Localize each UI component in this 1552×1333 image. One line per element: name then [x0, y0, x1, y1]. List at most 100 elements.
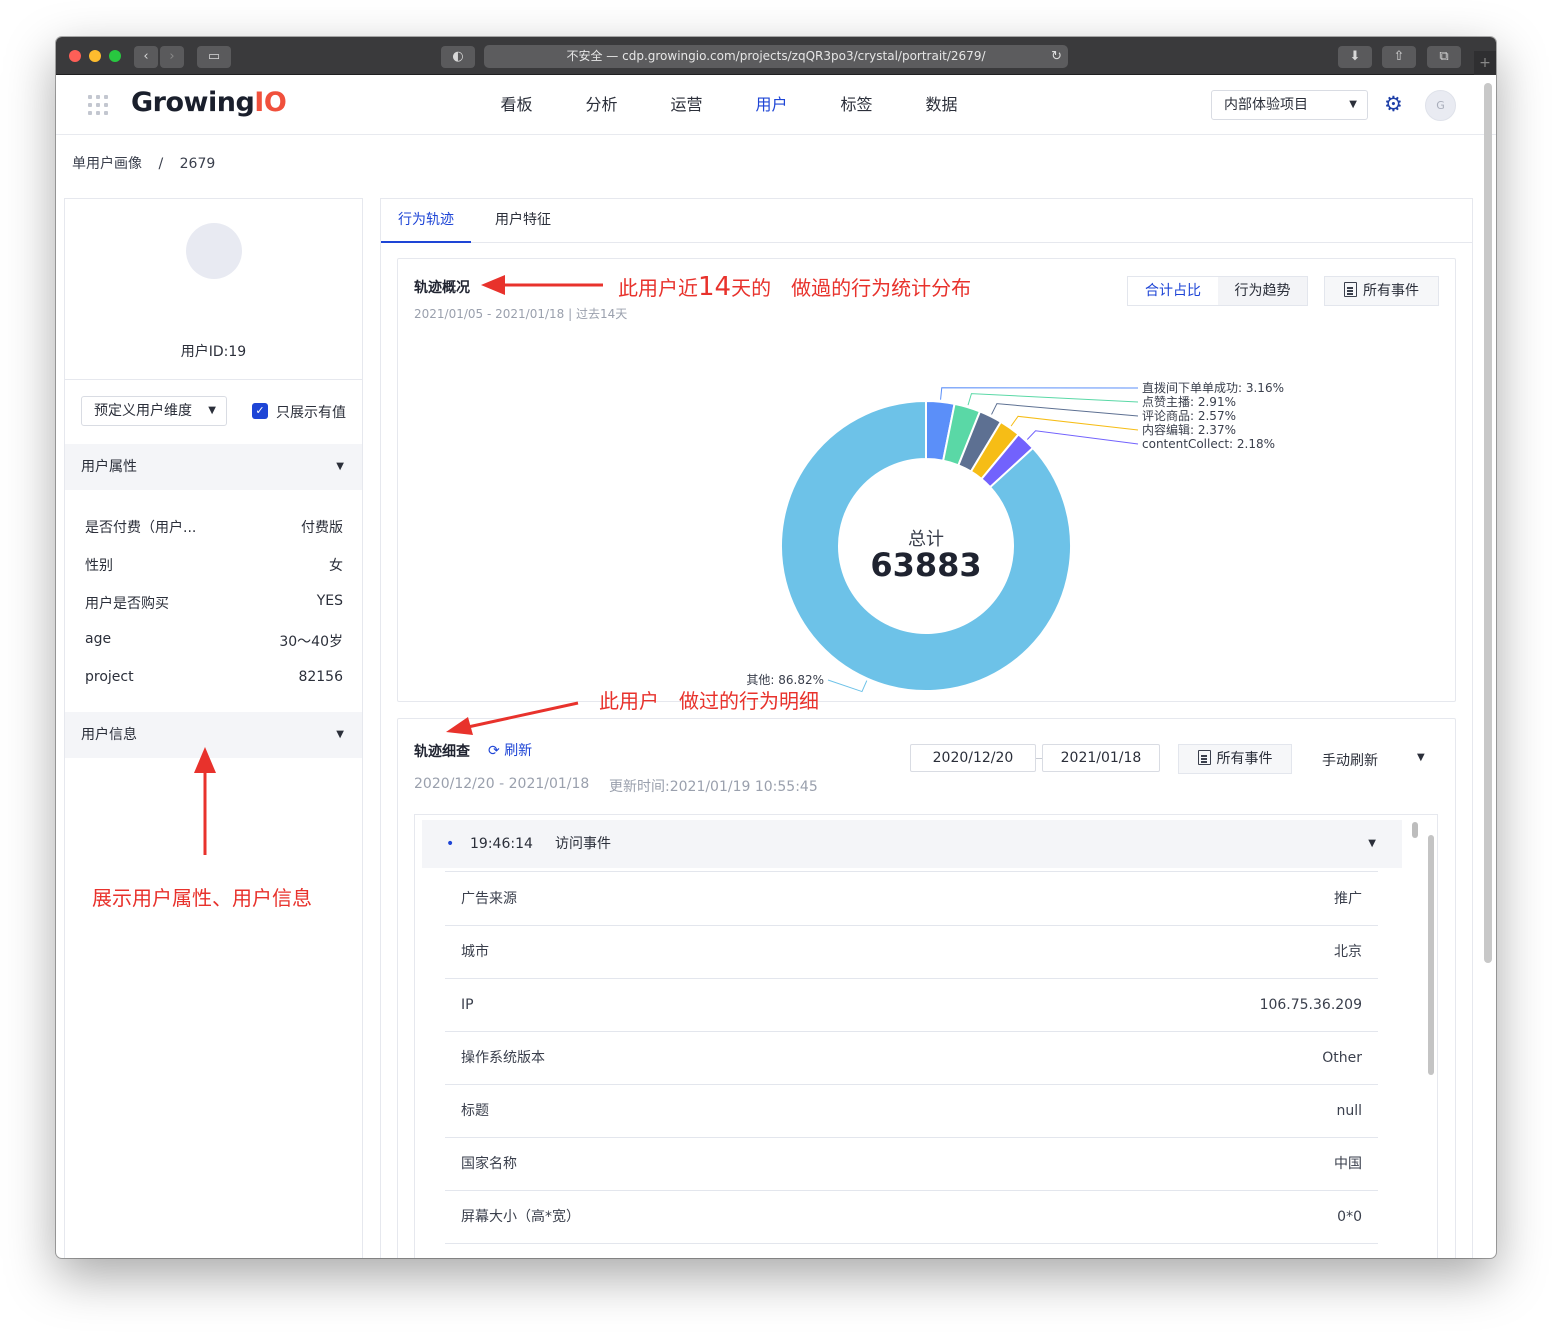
detail-updated: 更新时间:2021/01/19 10:55:45 [609, 779, 818, 795]
annotation-overview-number: 14 [698, 272, 732, 302]
logo-io: IO [254, 87, 287, 118]
slice-label: 内容编辑: 2.37% [1142, 422, 1236, 437]
event-row[interactable]: • 19:46:14 访问事件 ▼ [422, 820, 1402, 868]
privacy-shield-icon[interactable]: ◐ [441, 46, 475, 68]
new-tab-icon[interactable]: + [1474, 51, 1496, 75]
share-icon[interactable]: ⇧ [1382, 46, 1416, 68]
detail-title: 轨迹细查 [414, 744, 470, 760]
forward-icon[interactable]: › [160, 46, 184, 68]
detail-key: 屏幕大小（高*宽） [461, 1209, 580, 1225]
nav-analysis[interactable]: 分析 [559, 75, 644, 135]
date-to-input[interactable]: 2021/01/18 [1042, 744, 1160, 772]
label-leader-line [1010, 415, 1139, 431]
detail-all-events-button[interactable]: 所有事件 [1178, 744, 1292, 774]
nav-dashboard[interactable]: 看板 [474, 75, 559, 135]
breadcrumb: 单用户画像 / 2679 [72, 153, 227, 173]
all-events-button[interactable]: 所有事件 [1324, 276, 1439, 306]
detail-row: 国家名称 中国 [445, 1138, 1378, 1191]
annotation-left-panel: 展示用户属性、用户信息 [92, 886, 312, 910]
tabs-overview-icon[interactable]: ⧉ [1427, 46, 1461, 68]
attr-key: project [85, 669, 134, 685]
address-bar[interactable]: 不安全 — cdp.growingio.com/projects/zqQR3po… [484, 45, 1068, 68]
nav-operations[interactable]: 运营 [644, 75, 729, 135]
attr-row: 性别 女 [85, 555, 343, 575]
nav-users[interactable]: 用户 [729, 75, 814, 135]
annotation-overview-pre: 此用户近 [618, 276, 698, 300]
detail-key: IP [461, 997, 474, 1013]
user-profile-panel: 用户ID:19 预定义用户维度 ▼ ✓ 只展示有值 用户属性 ▼ 是否付费（用户… [64, 198, 363, 1258]
divider [445, 871, 1378, 872]
address-text: 不安全 — cdp.growingio.com/projects/zqQR3po… [566, 49, 986, 63]
only-values-label[interactable]: 只展示有值 [276, 402, 346, 422]
app-header: GrowingIO 看板 分析 运营 用户 标签 数据 内部体验项目 ▼ ⚙ G [56, 75, 1496, 135]
annotation-arrow-2 [446, 701, 579, 735]
annotation-overview-post: 天的 做過的行为统计分布 [731, 276, 972, 300]
attr-key: 性别 [85, 558, 113, 574]
seg-total[interactable]: 合计占比 [1128, 277, 1218, 305]
view-toggle: 合计占比 行为趋势 [1127, 276, 1308, 306]
project-select[interactable]: 内部体验项目 ▼ [1211, 90, 1368, 120]
detail-range: 2020/12/20 - 2021/01/18 [414, 776, 590, 792]
attr-row: age 30～40岁 [85, 631, 343, 650]
page-scrollbar[interactable] [1484, 83, 1492, 963]
event-time: 19:46:14 [470, 836, 533, 852]
section-title: 用户信息 [81, 727, 137, 743]
attr-value: YES [316, 593, 343, 609]
chevron-down-icon: ▼ [1368, 838, 1376, 849]
back-icon[interactable]: ‹ [134, 46, 158, 68]
refresh-link[interactable]: ⟳ 刷新 [488, 740, 532, 760]
close-window-button[interactable] [69, 50, 81, 62]
detail-key: 操作系统版本 [461, 1050, 545, 1066]
chevron-down-icon: ▼ [336, 729, 344, 740]
breadcrumb-current: 2679 [179, 156, 216, 172]
detail-value: Other [1322, 1050, 1362, 1066]
manual-refresh-select[interactable]: 手动刷新 [1322, 750, 1378, 770]
refresh-label: 刷新 [504, 743, 533, 759]
detail-value: 中国 [1334, 1156, 1362, 1172]
zoom-window-button[interactable] [109, 50, 121, 62]
breadcrumb-parent[interactable]: 单用户画像 [72, 156, 142, 172]
tab-bar: 行为轨迹 用户特征 [380, 198, 1473, 243]
attr-value: 付费版 [301, 520, 343, 536]
detail-row: 操作系统版本 Other [445, 1032, 1378, 1085]
attr-value: 82156 [298, 669, 343, 685]
seg-trend[interactable]: 行为趋势 [1218, 277, 1307, 305]
detail-value: 0*0 [1337, 1209, 1362, 1225]
logo[interactable]: GrowingIO [131, 87, 287, 118]
attr-row: 是否付费（用户... 付费版 [85, 517, 343, 537]
logo-main: Growing [131, 87, 255, 118]
section-title: 用户属性 [81, 459, 137, 475]
document-icon [1344, 282, 1357, 297]
chevron-down-icon[interactable]: ▼ [1417, 752, 1425, 763]
detail-row: 标题 null [445, 1085, 1378, 1138]
reload-icon[interactable]: ↻ [1051, 45, 1062, 68]
nav-data[interactable]: 数据 [899, 75, 984, 135]
user-attributes-header[interactable]: 用户属性 ▼ [65, 444, 362, 490]
only-values-checkbox[interactable]: ✓ [252, 403, 268, 419]
dimension-select[interactable]: 预定义用户维度 ▼ [81, 396, 227, 426]
donut-center-value: 63883 [870, 546, 981, 584]
gear-icon[interactable]: ⚙ [1384, 92, 1403, 116]
detail-key: 标题 [461, 1103, 489, 1119]
date-from-input[interactable]: 2020/12/20 [910, 744, 1036, 772]
avatar[interactable]: G [1425, 90, 1456, 121]
label-leader-line [827, 679, 868, 693]
sidebar-toggle-icon[interactable]: ▭ [197, 46, 231, 68]
tab-behavior[interactable]: 行为轨迹 [381, 199, 471, 243]
tab-features[interactable]: 用户特征 [481, 199, 565, 243]
app-menu-icon[interactable] [88, 95, 108, 115]
main-nav: 看板 分析 运营 用户 标签 数据 [474, 75, 984, 135]
refresh-icon: ⟳ [488, 743, 505, 759]
minimize-window-button[interactable] [89, 50, 101, 62]
download-icon[interactable]: ⬇ [1338, 46, 1372, 68]
detail-scrollbar[interactable] [1428, 835, 1434, 1075]
divider [65, 379, 362, 380]
nav-tags[interactable]: 标签 [814, 75, 899, 135]
attr-key: age [85, 631, 112, 647]
breadcrumb-separator: / [158, 156, 164, 172]
detail-row: 城市 北京 [445, 926, 1378, 979]
attr-row: 用户是否购买 YES [85, 593, 343, 613]
list-scrollbar[interactable] [1412, 822, 1418, 838]
detail-value: null [1336, 1103, 1362, 1119]
attr-value: 女 [329, 558, 343, 574]
